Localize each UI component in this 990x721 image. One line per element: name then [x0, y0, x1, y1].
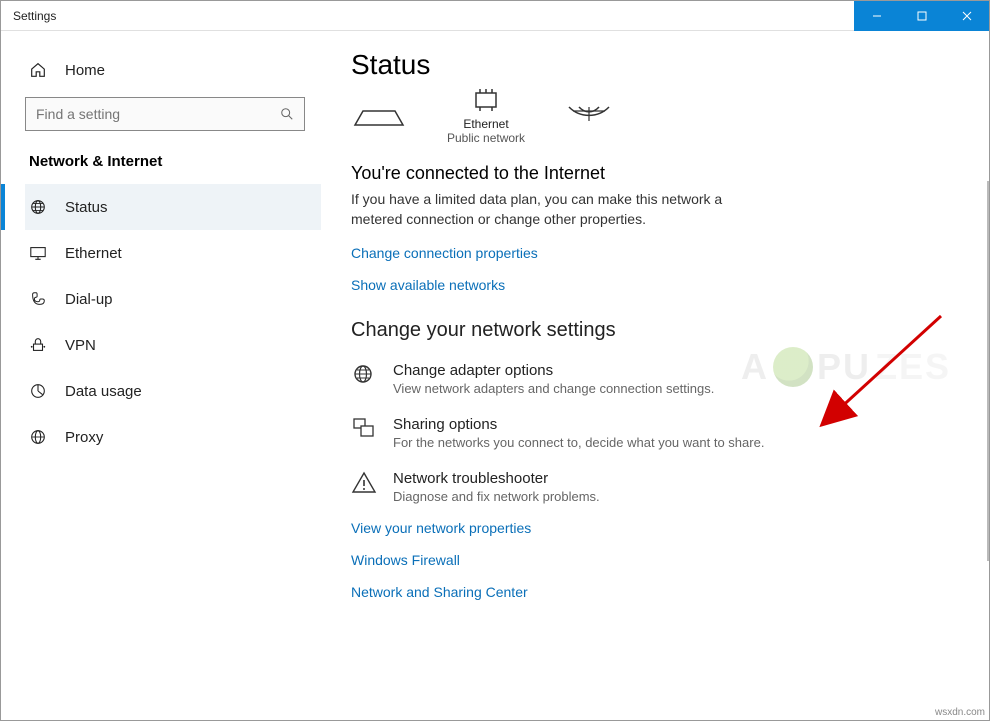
source-caption: wsxdn.com [935, 707, 985, 718]
search-input[interactable] [36, 106, 266, 122]
category-title: Network & Internet [29, 153, 321, 170]
nav-item-vpn[interactable]: VPN [25, 322, 321, 368]
diagram-pc-icon [351, 103, 407, 131]
network-diagram: Ethernet Public network [351, 89, 959, 145]
option-sharing[interactable]: Sharing options For the networks you con… [351, 416, 959, 450]
scrollbar[interactable] [983, 31, 989, 720]
option-change-adapter[interactable]: Change adapter options View network adap… [351, 362, 959, 396]
titlebar: Settings [1, 1, 989, 31]
option-desc: View network adapters and change connect… [393, 381, 714, 396]
nav-label: Ethernet [65, 245, 122, 262]
diagram-center-label: Ethernet [463, 117, 508, 131]
lock-icon [29, 336, 47, 354]
minimize-button[interactable] [854, 1, 899, 31]
window-title: Settings [1, 9, 56, 23]
nav-item-proxy[interactable]: Proxy [25, 414, 321, 460]
monitor-icon [29, 244, 47, 262]
option-desc: For the networks you connect to, decide … [393, 435, 764, 450]
diagram-globe-icon [565, 103, 613, 131]
maximize-icon [917, 11, 927, 21]
nav-list: Status Ethernet Dial-up [25, 184, 321, 460]
home-icon [29, 61, 47, 79]
network-settings-heading: Change your network settings [351, 319, 959, 342]
nav-item-dialup[interactable]: Dial-up [25, 276, 321, 322]
window-controls [854, 1, 989, 30]
link-show-available-networks[interactable]: Show available networks [351, 277, 959, 293]
warning-icon [351, 470, 377, 496]
option-title: Network troubleshooter [393, 470, 600, 487]
globe-icon [351, 362, 377, 388]
phone-icon [29, 290, 47, 308]
link-network-sharing-center[interactable]: Network and Sharing Center [351, 584, 959, 600]
connected-heading: You're connected to the Internet [351, 163, 959, 184]
nav-label: Status [65, 199, 108, 216]
diagram-center-sub: Public network [447, 131, 525, 145]
connected-paragraph: If you have a limited data plan, you can… [351, 190, 771, 229]
search-box[interactable] [25, 97, 305, 131]
maximize-button[interactable] [899, 1, 944, 31]
globe-icon [29, 198, 47, 216]
option-title: Sharing options [393, 416, 764, 433]
option-troubleshooter[interactable]: Network troubleshooter Diagnose and fix … [351, 470, 959, 504]
nav-item-status[interactable]: Status [25, 184, 321, 230]
settings-window: Settings Home [0, 0, 990, 721]
scrollbar-thumb[interactable] [987, 181, 989, 561]
globe-icon [29, 428, 47, 446]
window-body: Home Network & Internet Status [1, 31, 989, 720]
sidebar: Home Network & Internet Status [1, 31, 321, 720]
close-button[interactable] [944, 1, 989, 31]
nav-item-datausage[interactable]: Data usage [25, 368, 321, 414]
ethernet-icon [468, 89, 504, 115]
nav-label: VPN [65, 337, 96, 354]
nav-label: Data usage [65, 383, 142, 400]
option-title: Change adapter options [393, 362, 714, 379]
option-desc: Diagnose and fix network problems. [393, 489, 600, 504]
nav-label: Dial-up [65, 291, 113, 308]
home-link[interactable]: Home [25, 51, 321, 97]
home-label: Home [65, 62, 105, 79]
diagram-center: Ethernet Public network [447, 89, 525, 145]
search-icon [280, 107, 294, 121]
page-title: Status [351, 49, 959, 81]
minimize-icon [872, 11, 882, 21]
link-view-network-properties[interactable]: View your network properties [351, 520, 959, 536]
nav-item-ethernet[interactable]: Ethernet [25, 230, 321, 276]
close-icon [962, 11, 972, 21]
pie-icon [29, 382, 47, 400]
link-change-connection-properties[interactable]: Change connection properties [351, 245, 959, 261]
link-windows-firewall[interactable]: Windows Firewall [351, 552, 959, 568]
content-area: Status Ethernet Public network You're co… [321, 31, 989, 720]
nav-label: Proxy [65, 429, 103, 446]
sharing-icon [351, 416, 377, 442]
